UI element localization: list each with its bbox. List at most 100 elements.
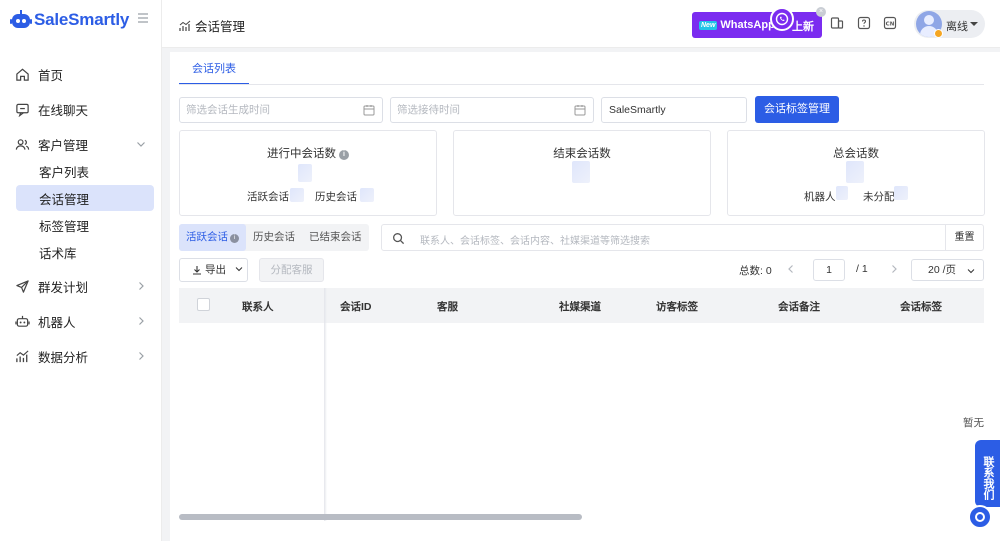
users-icon bbox=[15, 138, 30, 150]
sidebar-item-analytics[interactable]: 数据分析 bbox=[0, 342, 162, 370]
prev-page-icon[interactable] bbox=[786, 263, 796, 275]
sidebar-item-label: 客户管理 bbox=[38, 138, 89, 153]
menu-collapse-icon[interactable] bbox=[137, 12, 149, 24]
created-time-filter[interactable]: 筛选会话生成时间 bbox=[179, 97, 383, 123]
page-title-text: 会话管理 bbox=[195, 20, 246, 34]
assign-agent-button[interactable]: 分配客服 bbox=[259, 258, 324, 282]
tab-history-conversations[interactable]: 历史会话 bbox=[246, 224, 302, 251]
chevron-right-icon bbox=[139, 317, 144, 325]
language-icon[interactable]: CN bbox=[883, 16, 897, 30]
new-badge: New bbox=[699, 20, 718, 30]
brand-name: SaleSmartly bbox=[34, 10, 130, 29]
robot-logo-icon bbox=[10, 10, 32, 28]
tab-conversation-list[interactable]: 会话列表 bbox=[179, 61, 249, 85]
sidebar-subitem-conversations[interactable]: 会话管理 bbox=[16, 185, 154, 211]
promo-suffix: 上新 bbox=[792, 21, 814, 33]
stat-value-blurred bbox=[894, 186, 908, 200]
status-dot bbox=[934, 29, 943, 38]
download-icon bbox=[193, 266, 201, 275]
robot-label: 机器人 bbox=[804, 191, 836, 203]
user-status-menu[interactable]: 离线 bbox=[914, 10, 985, 38]
sidebar-item-label: 群发计划 bbox=[38, 280, 89, 295]
page-size-select[interactable]: 20 /页 bbox=[911, 259, 984, 281]
top-bar: 会话管理 New WhatsApp 上新 × CN 离线 bbox=[162, 0, 1000, 48]
calendar-icon bbox=[363, 105, 375, 116]
close-icon[interactable]: × bbox=[816, 7, 826, 17]
info-icon[interactable]: i bbox=[339, 150, 349, 160]
export-button[interactable]: 导出 bbox=[179, 258, 248, 282]
search-input[interactable]: 联系人、会话标签、会话内容、社媒渠道等筛选搜索 重置 bbox=[381, 224, 984, 251]
chevron-down-icon bbox=[235, 267, 243, 272]
total-stat-card: 总会话数 机器人 未分配 bbox=[727, 130, 985, 216]
history-label: 历史会话 bbox=[315, 191, 357, 203]
chat-icon bbox=[16, 103, 29, 117]
column-visitor-tags: 访客标签 bbox=[656, 301, 698, 313]
unassigned-label: 未分配 bbox=[863, 191, 895, 203]
chat-launcher-button[interactable] bbox=[968, 505, 992, 529]
select-all-checkbox[interactable] bbox=[197, 298, 210, 311]
ongoing-stat-card: 进行中会话数 i 活跃会话 历史会话 bbox=[179, 130, 437, 216]
contact-us-tab[interactable]: 联系我们 bbox=[975, 440, 1000, 507]
reception-time-filter[interactable]: 筛选接待时间 bbox=[390, 97, 594, 123]
sidebar-item-label: 机器人 bbox=[38, 315, 76, 330]
column-channel: 社媒渠道 bbox=[559, 301, 601, 313]
active-label: 活跃会话 bbox=[247, 191, 289, 203]
whatsapp-icon bbox=[770, 7, 794, 31]
tab-divider bbox=[179, 84, 984, 85]
page-number-input[interactable]: 1 bbox=[813, 259, 845, 281]
stat-value-blurred bbox=[298, 164, 312, 182]
column-contact: 联系人 bbox=[242, 301, 274, 313]
total-count: 总数: 0 bbox=[739, 265, 772, 277]
tab-active-conversations[interactable]: 活跃会话 i bbox=[179, 224, 246, 251]
user-status-text: 离线 bbox=[946, 21, 968, 33]
sidebar-subitem-tags[interactable]: 标签管理 bbox=[16, 212, 154, 238]
sidebar-item-label: 在线聊天 bbox=[38, 103, 89, 118]
sidebar-item-broadcast[interactable]: 群发计划 bbox=[0, 272, 162, 300]
sidebar-subitem-scripts[interactable]: 话术库 bbox=[16, 239, 154, 265]
sidebar-subitem-customer-list[interactable]: 客户列表 bbox=[16, 158, 154, 184]
table-header: 联系人 会话ID 客服 社媒渠道 访客标签 会话备注 会话标签 bbox=[179, 288, 984, 323]
analytics-icon bbox=[16, 349, 29, 362]
column-notes: 会话备注 bbox=[778, 301, 820, 313]
chevron-down-icon bbox=[137, 142, 145, 147]
reset-button[interactable]: 重置 bbox=[945, 225, 983, 250]
chevron-down-icon bbox=[967, 269, 975, 274]
help-icon[interactable] bbox=[857, 16, 871, 30]
calendar-icon bbox=[574, 105, 586, 116]
column-agent: 客服 bbox=[437, 301, 458, 313]
svg-text:CN: CN bbox=[886, 21, 895, 27]
tag-manage-button[interactable]: 会话标签管理 bbox=[755, 96, 839, 123]
brand-logo[interactable]: SaleSmartly bbox=[10, 8, 129, 32]
devices-icon[interactable] bbox=[830, 16, 844, 30]
sidebar-item-customers[interactable]: 客户管理 bbox=[0, 130, 162, 158]
sidebar-item-home[interactable]: 首页 bbox=[0, 60, 162, 88]
search-placeholder: 联系人、会话标签、会话内容、社媒渠道等筛选搜索 bbox=[420, 236, 650, 247]
sidebar-item-chat[interactable]: 在线聊天 bbox=[0, 95, 162, 123]
stat-value-blurred bbox=[360, 188, 374, 202]
horizontal-scrollbar[interactable] bbox=[179, 514, 582, 520]
stat-title: 总会话数 bbox=[833, 148, 879, 160]
whatsapp-promo-banner[interactable]: New WhatsApp 上新 × bbox=[692, 7, 826, 38]
home-icon bbox=[16, 68, 29, 81]
info-icon: i bbox=[230, 234, 239, 243]
stat-title: 结束会话数 bbox=[553, 148, 611, 160]
sidebar: SaleSmartly 首页 在线聊天 客户管理 客户列表 会话管理 标签管理 … bbox=[0, 0, 162, 541]
stat-value-blurred bbox=[836, 186, 848, 200]
stat-title: 进行中会话数 i bbox=[180, 145, 436, 161]
main-content: 会话列表 筛选会话生成时间 筛选接待时间 SaleSmartly 会话标签管理 … bbox=[170, 52, 1000, 541]
tab-ended-conversations[interactable]: 已结束会话 bbox=[302, 224, 369, 251]
empty-state-text: 暂无 bbox=[963, 417, 984, 429]
sidebar-item-robot[interactable]: 机器人 bbox=[0, 307, 162, 335]
next-page-icon[interactable] bbox=[889, 263, 899, 275]
page-count: / 1 bbox=[856, 263, 868, 275]
stat-value-blurred bbox=[290, 188, 304, 202]
chevron-right-icon bbox=[139, 282, 144, 290]
column-conversation-tags: 会话标签 bbox=[900, 301, 942, 313]
stat-value-blurred bbox=[846, 161, 864, 183]
promo-text: WhatsApp bbox=[720, 19, 775, 31]
sidebar-item-label: 数据分析 bbox=[38, 350, 89, 365]
conversation-status-tabs: 活跃会话 i 历史会话 已结束会话 bbox=[179, 224, 369, 251]
sidebar-item-label: 首页 bbox=[38, 68, 64, 83]
search-icon bbox=[393, 233, 405, 245]
channel-select[interactable]: SaleSmartly bbox=[601, 97, 747, 123]
